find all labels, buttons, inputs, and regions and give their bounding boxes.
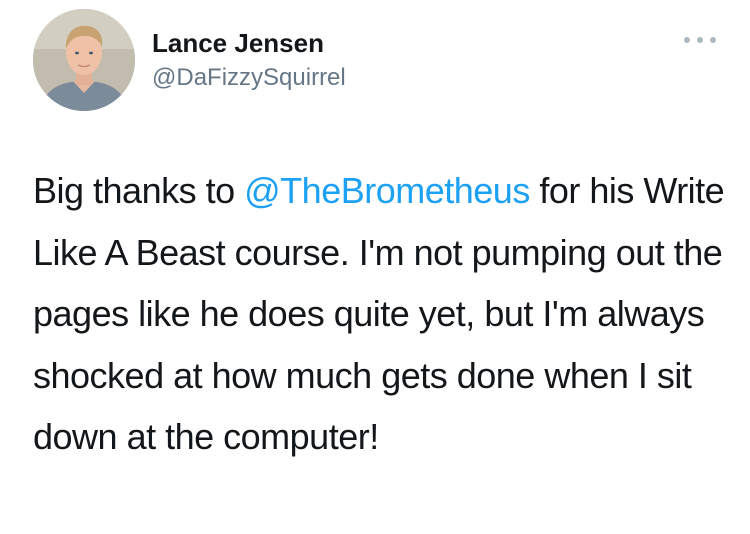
tweet-card: Lance Jensen @DaFizzySquirrel Big thanks… [0,0,750,534]
avatar[interactable] [33,9,135,111]
tweet-text-start: Big thanks to [33,170,245,211]
dot-icon [710,37,716,43]
dot-icon [697,37,703,43]
tweet-text-rest: for his Write Like A Beast course. I'm n… [33,170,725,457]
mention-link[interactable]: @TheBrometheus [244,170,530,211]
author-name[interactable]: Lance Jensen [152,28,324,59]
dot-icon [684,37,690,43]
tweet-text: Big thanks to @TheBrometheus for his Wri… [33,160,733,468]
more-dots-icon[interactable] [684,32,716,48]
author-handle[interactable]: @DaFizzySquirrel [152,64,346,92]
avatar-photo [33,9,135,111]
